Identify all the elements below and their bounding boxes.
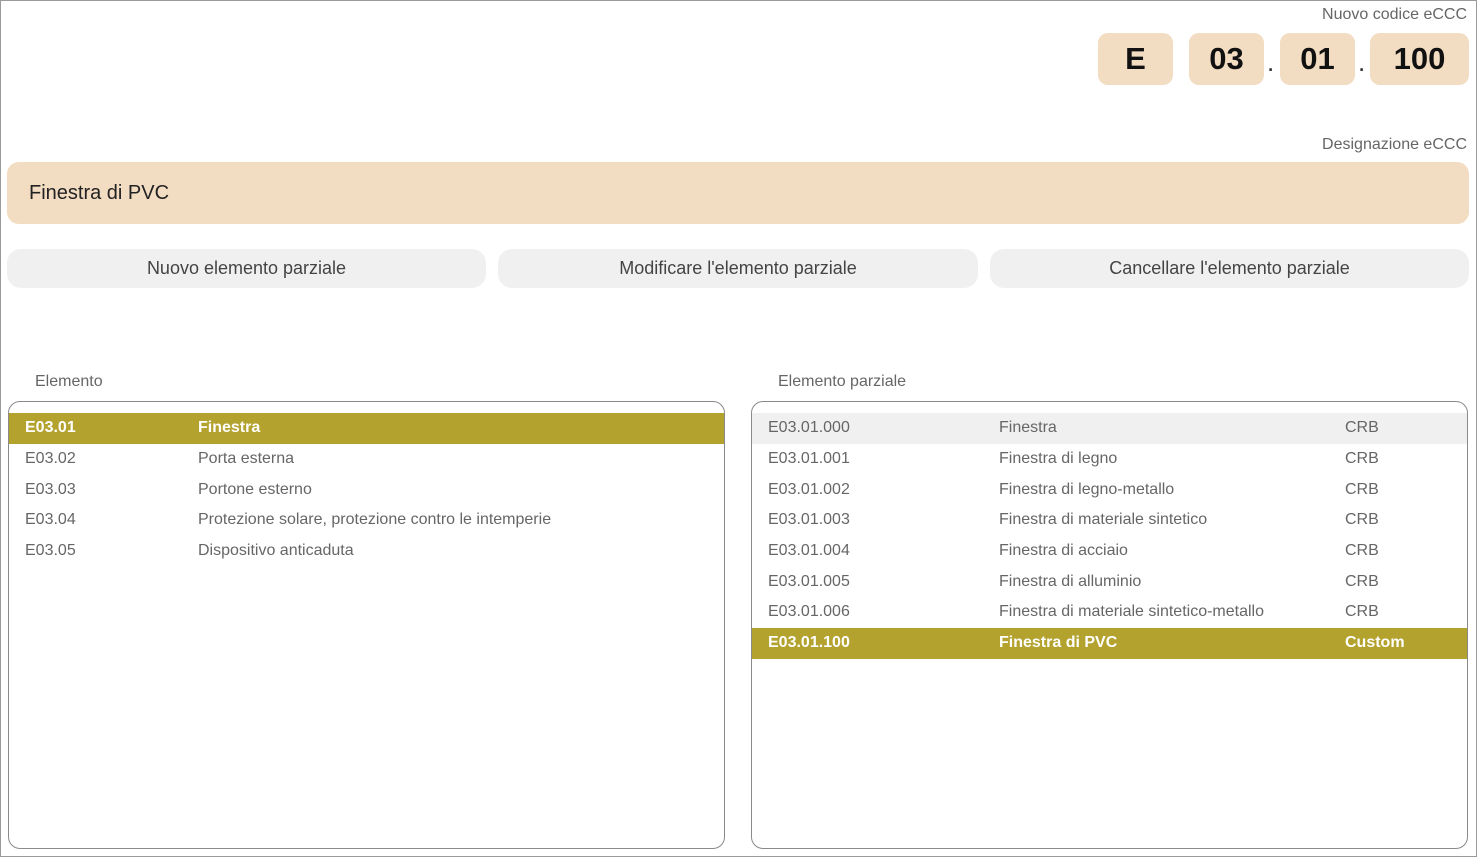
code-label: Nuovo codice eCCC bbox=[1322, 6, 1467, 23]
code-segment-partial[interactable]: 100 bbox=[1370, 33, 1469, 85]
list-row[interactable]: E03.01.001 Finestra di legno CRB bbox=[752, 444, 1467, 475]
list-row[interactable]: E03.02 Porta esterna bbox=[9, 444, 724, 475]
list-cell-name: Finestra di acciaio bbox=[999, 542, 1128, 560]
code-segment-group[interactable]: E bbox=[1098, 33, 1173, 85]
list-cell-source: CRB bbox=[1345, 603, 1379, 621]
list-row[interactable]: E03.01.004 Finestra di acciaio CRB bbox=[752, 536, 1467, 567]
list-cell-code: E03.05 bbox=[25, 542, 76, 560]
list-cell-name: Finestra di legno bbox=[999, 450, 1118, 468]
partial-element-list[interactable]: E03.01.000 Finestra CRB E03.01.001 Finestra … bbox=[751, 401, 1468, 849]
list-cell-name: Portone esterno bbox=[198, 480, 312, 498]
list-cell-code: E03.01.005 bbox=[768, 572, 850, 590]
list-cell-source: CRB bbox=[1345, 572, 1379, 590]
list-cell-code: E03.01.004 bbox=[768, 542, 850, 560]
list-cell-code: E03.01.006 bbox=[768, 603, 850, 621]
delete-partial-element-button[interactable]: Cancellare l'elemento parziale bbox=[990, 249, 1469, 288]
list-cell-name: Protezione solare, protezione contro le … bbox=[198, 511, 552, 529]
list-cell-source: CRB bbox=[1345, 542, 1379, 560]
designation-field[interactable]: Finestra di PVC bbox=[7, 162, 1469, 224]
new-partial-element-button[interactable]: Nuovo elemento parziale bbox=[7, 249, 486, 288]
list-row[interactable]: E03.01 Finestra bbox=[9, 413, 724, 444]
list-cell-code: E03.01.002 bbox=[768, 480, 850, 498]
list-row[interactable]: E03.01.002 Finestra di legno-metallo CRB bbox=[752, 474, 1467, 505]
element-list[interactable]: E03.01 Finestra E03.02 Porta esterna E03.03 P… bbox=[8, 401, 725, 849]
partial-element-list-rows: E03.01.000 Finestra CRB E03.01.001 Finestra … bbox=[752, 413, 1467, 659]
list-cell-code: E03.04 bbox=[25, 511, 76, 529]
list-cell-source: CRB bbox=[1345, 450, 1379, 468]
list-cell-code: E03.01.003 bbox=[768, 511, 850, 529]
list-cell-source: CRB bbox=[1345, 511, 1379, 529]
list-row[interactable]: E03.03 Portone esterno bbox=[9, 474, 724, 505]
list-cell-name: Finestra di materiale sintetico-metallo bbox=[999, 603, 1264, 621]
list-cell-name: Finestra di alluminio bbox=[999, 572, 1142, 590]
list-cell-code: E03.01.100 bbox=[768, 634, 850, 652]
list-cell-code: E03.01.001 bbox=[768, 450, 850, 468]
list-cell-source: Custom bbox=[1345, 634, 1405, 652]
list-cell-name: Finestra di legno-metallo bbox=[999, 480, 1175, 498]
code-segment-element[interactable]: 01 bbox=[1280, 33, 1355, 85]
list-cell-source: CRB bbox=[1345, 419, 1379, 437]
list-cell-code: E03.01 bbox=[25, 419, 76, 437]
designation-label: Designazione eCCC bbox=[1322, 136, 1467, 153]
edit-partial-element-button[interactable]: Modificare l'elemento parziale bbox=[498, 249, 978, 288]
code-segment-main[interactable]: 03 bbox=[1189, 33, 1264, 85]
element-list-rows: E03.01 Finestra E03.02 Porta esterna E03.03 P… bbox=[9, 413, 724, 566]
list-row[interactable]: E03.01.005 Finestra di alluminio CRB bbox=[752, 566, 1467, 597]
list-cell-code: E03.03 bbox=[25, 480, 76, 498]
list-row[interactable]: E03.05 Dispositivo anticaduta bbox=[9, 536, 724, 567]
list-cell-name: Finestra bbox=[999, 419, 1057, 437]
list-cell-source: CRB bbox=[1345, 480, 1379, 498]
list-cell-name: Finestra di materiale sintetico bbox=[999, 511, 1208, 529]
window-frame: Nuovo codice eCCC E 03 . 01 . 100 Design… bbox=[0, 0, 1477, 857]
code-separator: . bbox=[1267, 47, 1275, 77]
code-separator: . bbox=[1358, 47, 1366, 77]
partial-list-title: Elemento parziale bbox=[778, 373, 907, 390]
list-cell-name: Finestra di PVC bbox=[999, 634, 1118, 652]
list-cell-code: E03.01.000 bbox=[768, 419, 850, 437]
list-row[interactable]: E03.01.003 Finestra di materiale sintetic… bbox=[752, 505, 1467, 536]
list-row[interactable]: E03.01.006 Finestra di materiale sintetic… bbox=[752, 597, 1467, 628]
list-row[interactable]: E03.01.000 Finestra CRB bbox=[752, 413, 1467, 444]
list-cell-name: Porta esterna bbox=[198, 450, 295, 468]
element-list-title: Elemento bbox=[35, 373, 103, 390]
list-row[interactable]: E03.04 Protezione solare, protezione cont… bbox=[9, 505, 724, 536]
list-cell-name: Dispositivo anticaduta bbox=[198, 542, 354, 560]
list-cell-code: E03.02 bbox=[25, 450, 76, 468]
list-row[interactable]: E03.01.100 Finestra di PVC Custom bbox=[752, 627, 1467, 659]
list-cell-name: Finestra bbox=[198, 419, 261, 437]
